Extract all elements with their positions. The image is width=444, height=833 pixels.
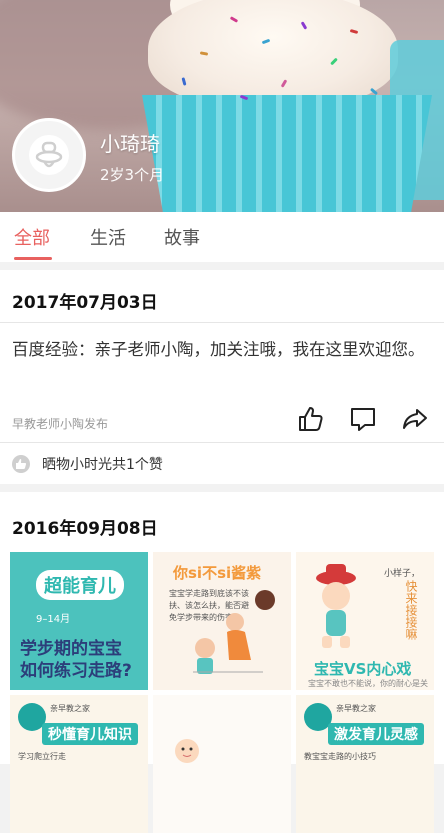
share-icon[interactable] <box>400 404 430 434</box>
cupcake-wrapper <box>142 95 432 212</box>
image-badge: 超能育儿 <box>36 570 124 600</box>
image-tag: 亲早教之家 <box>336 704 376 713</box>
likes-summary: 晒物小时光共1个赞 <box>12 454 163 474</box>
profile-name: 小琦琦 <box>100 132 160 156</box>
tab-bar: 全部 生活 故事 <box>0 212 444 262</box>
image-tag: 亲早教之家 <box>50 704 90 713</box>
post-image[interactable]: 超能育儿 9–14月 学步期的宝宝 如何练习走路? <box>10 552 148 690</box>
comment-icon[interactable] <box>348 404 378 434</box>
tab-life[interactable]: 生活 <box>90 224 126 250</box>
image-subtitle: 如何练习走路? <box>20 661 132 681</box>
post-image[interactable] <box>153 695 291 833</box>
mother-baby-illustration <box>193 590 275 674</box>
post-image[interactable]: 亲早教之家 秒懂育儿知识 学习爬立行走 <box>10 695 148 833</box>
image-subtitle: 宝宝不敢也不能说，你的耐心是关键 <box>308 679 428 688</box>
baby-face-illustration <box>175 739 199 763</box>
post-card: 2017年07月03日 百度经验：亲子老师小陶，加关注哦，我在这里欢迎您。 早教… <box>0 270 444 484</box>
thumb-up-icon <box>12 455 30 473</box>
post-date: 2016年09月08日 <box>12 519 158 539</box>
post-image[interactable]: 小样子， 快来接接嘛 宝宝VS内心戏 宝宝不敢也不能说，你的耐心是关键 <box>296 552 434 690</box>
pacifier-icon <box>29 135 69 175</box>
post-image[interactable]: 亲早教之家 激发育儿灵感 教宝宝走路的小技巧 <box>296 695 434 833</box>
post-publisher: 早教老师小陶发布 <box>12 417 109 431</box>
image-caption: 小样子， <box>384 569 421 579</box>
profile-cover: 小琦琦 2岁3个月 <box>0 0 444 212</box>
post-date: 2017年07月03日 <box>12 293 158 313</box>
cupcake-frosting <box>148 0 398 108</box>
avatar[interactable] <box>12 118 86 192</box>
tab-story[interactable]: 故事 <box>164 224 200 250</box>
like-icon[interactable] <box>296 404 326 434</box>
profile-age: 2岁3个月 <box>100 166 165 184</box>
post-text: 百度经验：亲子老师小陶，加关注哦，我在这里欢迎您。 <box>12 340 425 359</box>
divider <box>0 442 444 443</box>
tab-all[interactable]: 全部 <box>14 224 50 250</box>
image-note: 学习爬立行走 <box>18 752 66 761</box>
divider <box>0 322 444 323</box>
image-title: 宝宝VS内心戏 <box>314 660 412 678</box>
image-note: 教宝宝走路的小技巧 <box>304 752 376 761</box>
active-tab-indicator <box>14 257 52 260</box>
image-age-range: 9–14月 <box>36 614 71 625</box>
post-image[interactable]: 你si不si酱紫 宝宝学走路到底该不该扶、该怎么扶，能否避免学步带来的伤害？ <box>153 552 291 690</box>
likes-text: 晒物小时光共1个赞 <box>42 457 163 473</box>
image-vertical-text: 快来接接嘛 <box>404 580 418 640</box>
image-title: 激发育儿灵感 <box>328 723 424 745</box>
post-card: 2016年09月08日 超能育儿 9–14月 学步期的宝宝 如何练习走路? 你s… <box>0 492 444 833</box>
image-title: 秒懂育儿知识 <box>42 723 138 745</box>
